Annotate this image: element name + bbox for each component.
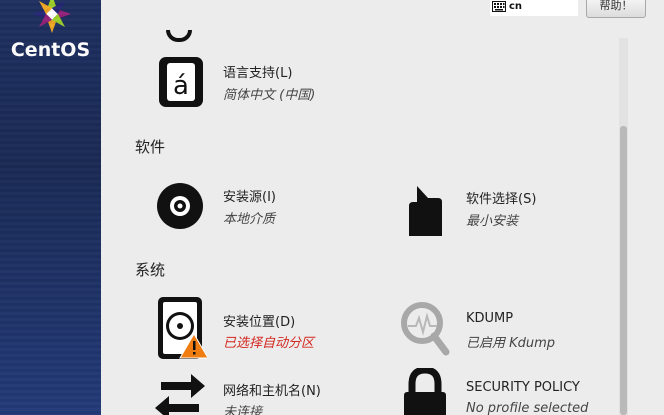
spoke-status: No profile selected — [466, 401, 589, 415]
disc-icon — [157, 183, 203, 229]
centos-logo-icon — [33, 0, 71, 33]
keyboard-icon — [492, 1, 506, 12]
network-arrows-icon — [155, 374, 205, 415]
svg-text:á: á — [173, 71, 189, 101]
hard-drive-warning-icon — [158, 297, 207, 359]
spoke-title: SECURITY POLICY — [466, 380, 580, 395]
keyboard-spoke-icon — [166, 30, 192, 42]
brand-name: CentOS — [10, 39, 91, 61]
help-button[interactable]: 帮助！ — [586, 0, 646, 18]
section-header-software: 软件 — [135, 138, 166, 156]
spoke-status: 已启用 Kdump — [466, 336, 556, 351]
lock-icon — [404, 368, 446, 415]
keyboard-layout-label: cn — [509, 1, 523, 12]
spoke-status: 最小安装 — [466, 214, 519, 229]
spoke-title: 安装位置(D) — [223, 315, 296, 330]
section-header-system: 系统 — [135, 261, 166, 279]
language-icon: á — [159, 57, 203, 107]
spoke-status: 简体中文 (中国) — [223, 88, 316, 103]
scrollbar-thumb[interactable] — [620, 126, 627, 415]
magnifier-icon — [401, 302, 450, 356]
spoke-status: 未连接 — [223, 405, 263, 415]
spoke-title: 网络和主机名(N) — [223, 384, 321, 399]
spoke-title: KDUMP — [466, 311, 514, 326]
spoke-status: 本地介质 — [223, 212, 276, 227]
spoke-status: 已选择自动分区 — [223, 336, 315, 351]
sidebar: CentOS — [0, 0, 101, 415]
keyboard-layout-indicator[interactable]: cn — [490, 0, 578, 16]
spoke-title: 安装源(I) — [223, 190, 276, 205]
package-icon — [409, 186, 442, 236]
spoke-title: 软件选择(S) — [466, 192, 537, 207]
spoke-title: 语言支持(L) — [223, 66, 293, 81]
